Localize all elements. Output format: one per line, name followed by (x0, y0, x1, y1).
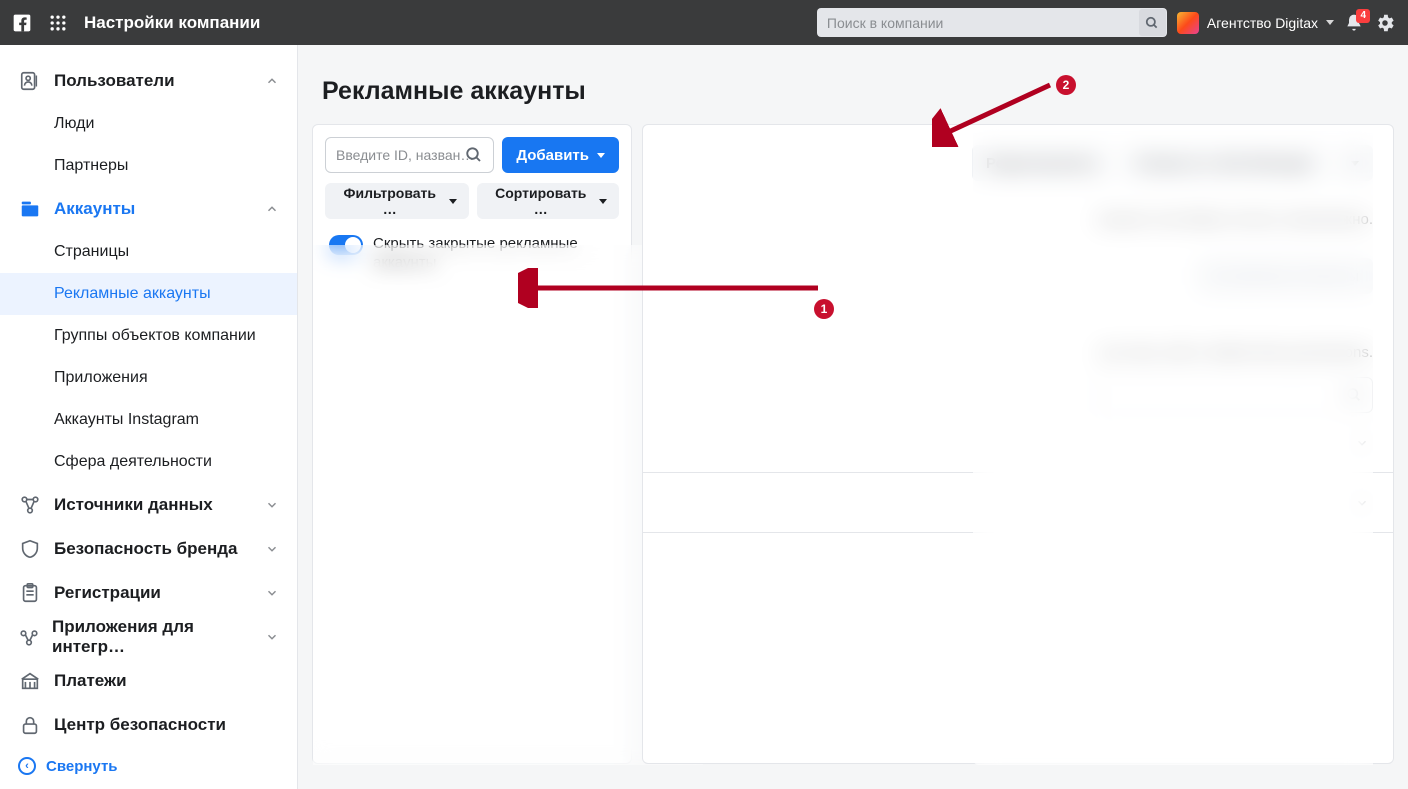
permission-row[interactable] (643, 473, 1393, 533)
sidebar-item-registrations[interactable]: Регистрации (0, 571, 297, 615)
caret-down-icon (449, 199, 457, 204)
sidebar-item-pages[interactable]: Страницы (0, 231, 297, 273)
chevron-up-icon (265, 74, 279, 88)
chevron-down-icon (265, 542, 279, 556)
apps-grid-icon[interactable] (48, 13, 68, 33)
hide-closed-accounts-label: Скрыть закрытые рекламные аккаунты (373, 235, 615, 273)
sidebar-item-business-asset-groups[interactable]: Группы объектов компании (0, 315, 297, 357)
sidebar-item-data-sources[interactable]: Источники данных (0, 483, 297, 527)
open-ads-manager-button[interactable]: Открыть в Ads Manager (1122, 145, 1327, 181)
hide-closed-accounts-toggle[interactable] (329, 235, 363, 255)
integrations-icon (18, 625, 40, 649)
clipboard-icon (18, 581, 42, 605)
sidebar-item-apps[interactable]: Приложения (0, 357, 297, 399)
sidebar-item-label: Регистрации (54, 583, 161, 603)
chevron-down-icon (265, 498, 279, 512)
more-actions-button[interactable] (1337, 145, 1373, 181)
chevron-down-icon (1355, 436, 1369, 450)
accounts-search-input[interactable] (336, 147, 483, 163)
data-sources-icon (18, 493, 42, 517)
sidebar-item-security-center[interactable]: Центр безопасности (0, 703, 297, 747)
accounts-folder-icon (18, 197, 42, 221)
sidebar-item-business-lines[interactable]: Сфера деятельности (0, 441, 297, 483)
agency-name: Агентство Digitax (1207, 15, 1318, 31)
add-objects-button: Добавить объекты (1196, 258, 1373, 294)
caret-down-icon (1326, 20, 1334, 25)
users-icon (18, 69, 42, 93)
chevron-up-icon (265, 202, 279, 216)
company-search[interactable] (817, 8, 1167, 37)
company-search-input[interactable] (817, 8, 1167, 37)
search-icon (1346, 387, 1362, 403)
page-title: Рекламные аккаунты (298, 45, 1408, 124)
edit-button[interactable]: Редактировать (972, 145, 1112, 181)
account-detail-panel: Редактировать Открыть в Ads Manager емым… (642, 124, 1394, 764)
sidebar-item-label: Безопасность бренда (54, 539, 238, 559)
sidebar-item-label: Платежи (54, 671, 127, 691)
sidebar-item-label: Источники данных (54, 495, 213, 515)
sidebar-item-ad-accounts[interactable]: Рекламные аккаунты (0, 273, 297, 315)
chevron-down-icon (1355, 496, 1369, 510)
caret-down-icon (1351, 161, 1359, 166)
lock-icon (18, 713, 42, 737)
accounts-search-field[interactable] (325, 137, 494, 173)
company-search-button[interactable] (1139, 9, 1166, 36)
caret-down-icon (597, 153, 605, 158)
add-account-button[interactable]: Добавить (502, 137, 619, 173)
accounts-list-panel: Добавить Фильтровать … Сортировать … (312, 124, 632, 764)
sidebar-item-instagram-accounts[interactable]: Аккаунты Instagram (0, 399, 297, 441)
chevron-down-icon (265, 586, 279, 600)
content-area: Рекламные аккаунты Добавить (298, 45, 1408, 789)
sidebar-item-label: Пользователи (54, 71, 175, 91)
sidebar-item-brand-safety[interactable]: Безопасность бренда (0, 527, 297, 571)
sidebar-item-label: Приложения для интегр… (52, 617, 253, 657)
search-icon (465, 146, 483, 169)
sidebar-item-label: Центр безопасности (54, 715, 226, 735)
sidebar-item-integrations[interactable]: Приложения для интегр… (0, 615, 297, 659)
collapse-arrow-icon: ‹ (18, 757, 36, 775)
agency-avatar-icon (1177, 12, 1199, 34)
topbar: Настройки компании Агентство Digitax 4 (0, 0, 1408, 45)
sidebar: Пользователи Люди Партнеры Аккаунты (0, 45, 298, 789)
payments-icon (18, 669, 42, 693)
sort-button[interactable]: Сортировать … (477, 183, 619, 219)
chevron-down-icon (265, 630, 279, 644)
sidebar-item-people[interactable]: Люди (0, 103, 297, 145)
payment-note: емыми способами оплаты невозможно. (643, 181, 1393, 228)
notification-count-badge: 4 (1356, 9, 1370, 23)
shield-icon (18, 537, 42, 561)
sidebar-item-accounts[interactable]: Аккаунты (0, 187, 297, 231)
page-header-title: Настройки компании (84, 13, 260, 33)
permissions-note: can view, edit or delete their permissio… (643, 294, 1393, 361)
settings-button[interactable] (1374, 12, 1396, 34)
person-plus-icon (1210, 269, 1224, 283)
permissions-search[interactable] (1093, 377, 1373, 413)
filter-button[interactable]: Фильтровать … (325, 183, 469, 219)
caret-down-icon (599, 199, 607, 204)
sidebar-item-partners[interactable]: Партнеры (0, 145, 297, 187)
collapse-sidebar-button[interactable]: ‹ Свернуть (18, 757, 118, 775)
notifications-button[interactable]: 4 (1344, 13, 1364, 33)
facebook-logo-icon[interactable] (12, 13, 32, 33)
sidebar-item-payments[interactable]: Платежи (0, 659, 297, 703)
agency-switcher[interactable]: Агентство Digitax (1177, 12, 1334, 34)
permission-row[interactable] (643, 413, 1393, 473)
sidebar-item-label: Аккаунты (54, 199, 135, 219)
sidebar-item-users[interactable]: Пользователи (0, 59, 297, 103)
